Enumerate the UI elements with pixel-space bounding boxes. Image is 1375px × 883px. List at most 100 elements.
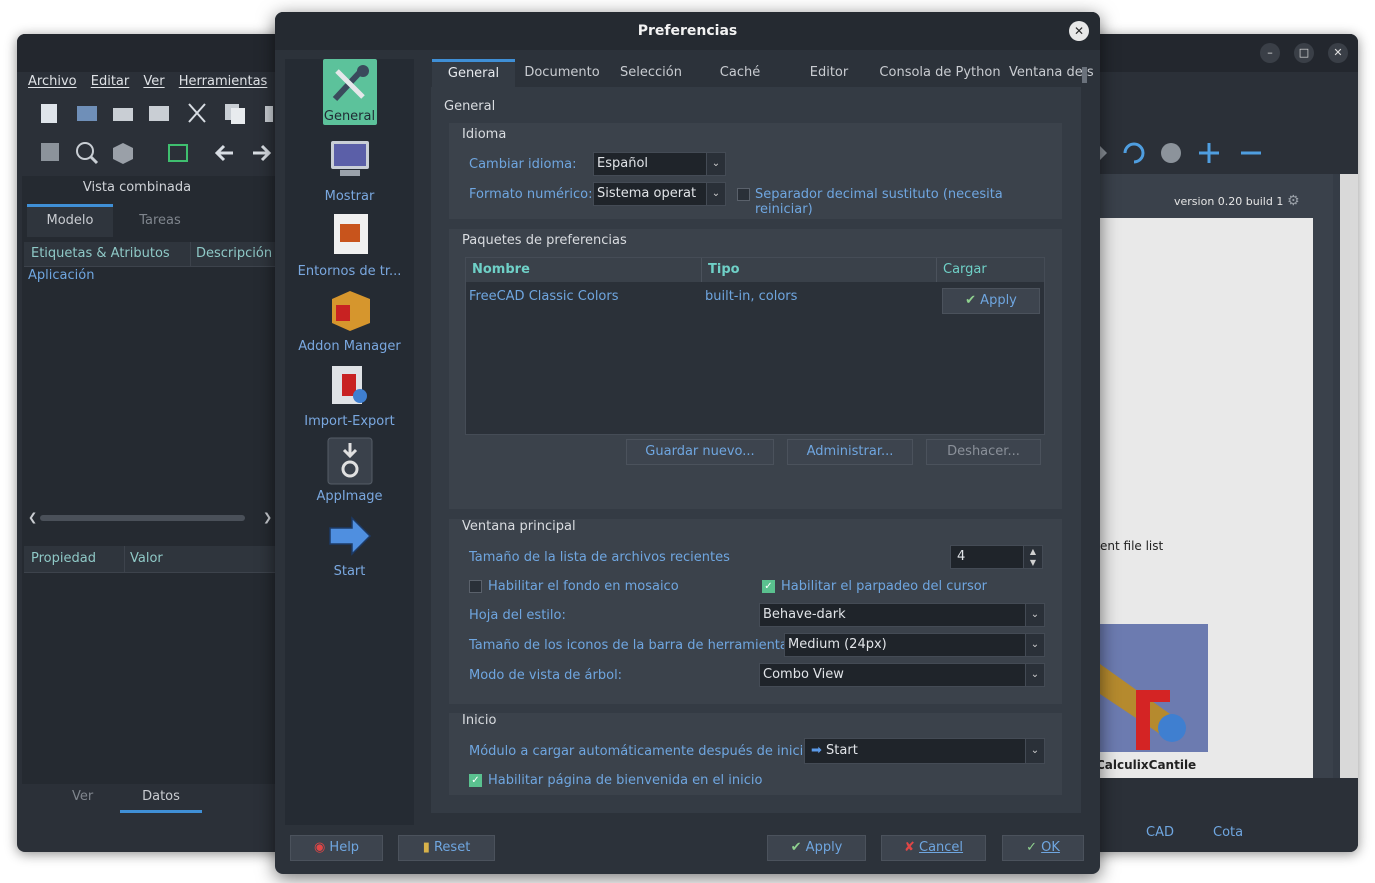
apply-label: Apply — [805, 840, 843, 855]
sidebar-item-import-export[interactable]: Import-Export — [285, 362, 414, 429]
prop-header-name[interactable]: Propiedad — [31, 551, 96, 566]
tree-header: Etiquetas & Atributos Descripción — [24, 242, 275, 267]
sidebar-item-appimage[interactable]: AppImage — [285, 437, 414, 504]
sidebar-label-start: Start — [333, 564, 366, 579]
minimize-icon[interactable]: – — [1260, 43, 1280, 63]
autoload-module-select[interactable]: ➡ Start ⌄ — [804, 738, 1045, 764]
tree-item-aplicacion[interactable]: Aplicación — [28, 268, 94, 283]
close-icon[interactable]: ✕ — [1069, 21, 1089, 41]
start-scrollbar[interactable] — [1340, 174, 1358, 778]
preferences-tabs: General Documento Selección Caché Editor… — [431, 59, 1094, 90]
sidebar-item-mostrar[interactable]: Mostrar — [285, 137, 414, 204]
pack-apply-button[interactable]: ✔ Apply — [942, 288, 1040, 314]
combo-view-title: Vista combinada — [82, 180, 192, 195]
ok-label: OK — [1041, 840, 1060, 855]
sidebar-item-general[interactable]: General — [285, 59, 414, 125]
help-button[interactable]: ◉ Help — [290, 835, 383, 861]
tab-datos[interactable]: Datos — [120, 786, 202, 813]
sidebar-label-addon-manager: Addon Manager — [298, 339, 401, 354]
paste-icon — [265, 106, 273, 122]
example-label[interactable]: CalculixCantile — [1096, 758, 1196, 772]
stylesheet-value: Behave-dark — [763, 607, 846, 622]
menu-ver[interactable]: Ver — [143, 74, 164, 89]
language-value: Español — [597, 156, 649, 171]
toolbar-icon-size-select[interactable]: Medium (24px) ⌄ — [784, 633, 1045, 657]
example-thumbnail[interactable] — [1100, 624, 1208, 752]
appimage-gear-icon — [324, 437, 376, 489]
tree-header-desc[interactable]: Descripción — [196, 246, 272, 261]
status-cad[interactable]: CAD — [1146, 825, 1174, 840]
draw-style-icon — [113, 143, 133, 164]
freecad-logo-icon — [1100, 664, 1186, 750]
ok-button[interactable]: ✓ OK — [1002, 835, 1084, 861]
tab-cache[interactable]: Caché — [696, 59, 784, 87]
chevron-down-icon: ⌄ — [1025, 604, 1044, 626]
tree-scrollbar[interactable] — [40, 515, 245, 521]
header-nombre[interactable]: Nombre — [472, 262, 530, 277]
save-icon — [113, 108, 133, 121]
cut-icon — [188, 103, 206, 123]
tab-python-console[interactable]: Consola de Python — [875, 59, 1005, 87]
mosaic-background-label: Habilitar el fondo en mosaico — [488, 579, 679, 594]
preferences-dialog: Preferencias ✕ General Mostrar Entornos … — [275, 12, 1100, 874]
version-label: version 0.20 build 1 — [1174, 195, 1284, 208]
new-file-icon — [41, 104, 57, 123]
sidebar-item-addon-manager[interactable]: Addon Manager — [285, 287, 414, 354]
tab-tareas[interactable]: Tareas — [117, 207, 203, 235]
group-inicio: Inicio Módulo a cargar automáticamente d… — [449, 713, 1062, 795]
sidebar-item-start[interactable]: Start — [285, 512, 414, 579]
save-new-button[interactable]: Guardar nuevo... — [626, 439, 774, 465]
tab-scroll-icon[interactable] — [1082, 67, 1087, 83]
tab-seleccion[interactable]: Selección — [607, 59, 695, 87]
gear-icon[interactable]: ⚙ — [1287, 193, 1300, 209]
reset-button[interactable]: ▮ Reset — [398, 835, 495, 861]
tab-editor[interactable]: Editor — [785, 59, 873, 87]
pack-type[interactable]: built-in, colors — [705, 289, 797, 304]
copy-icon-back — [231, 108, 245, 124]
tab-datos-label: Datos — [142, 789, 180, 804]
header-cargar[interactable]: Cargar — [943, 262, 987, 277]
menu-archivo[interactable]: Archivo — [28, 74, 77, 89]
language-select[interactable]: Español ⌄ — [593, 152, 726, 176]
tab-modelo[interactable]: Modelo — [27, 204, 113, 237]
pack-name[interactable]: FreeCAD Classic Colors — [469, 289, 619, 304]
tree-view-mode-select[interactable]: Combo View ⌄ — [759, 663, 1045, 687]
recent-files-spinbox[interactable]: 4 ▲ ▼ — [950, 545, 1043, 569]
toolbar-view — [27, 140, 287, 170]
toolbar-icon-size-label: Tamaño de los iconos de la barra de herr… — [469, 638, 800, 653]
tree-view-mode-value: Combo View — [763, 667, 844, 682]
cursor-blink-checkbox[interactable]: ✓ — [762, 580, 775, 593]
addon-box-icon — [324, 287, 376, 339]
tab-modelo-label: Modelo — [46, 213, 94, 228]
general-page: General Idioma Cambiar idioma: Español ⌄… — [431, 87, 1081, 813]
tree-header-labels[interactable]: Etiquetas & Atributos — [31, 246, 170, 261]
menu-herramientas[interactable]: Herramientas — [179, 74, 268, 89]
mosaic-background-checkbox[interactable] — [469, 580, 482, 593]
reset-label: Reset — [433, 840, 471, 855]
maximize-icon[interactable]: □ — [1294, 43, 1314, 63]
close-window-icon[interactable]: ✕ — [1328, 43, 1348, 63]
tab-ver[interactable]: Ver — [72, 789, 93, 804]
number-format-select[interactable]: Sistema operat ⌄ — [593, 182, 726, 206]
spin-arrows-icon[interactable]: ▲ ▼ — [1023, 546, 1042, 568]
paquetes-title: Paquetes de preferencias — [462, 233, 627, 248]
combo-view-panel: Vista combinada Modelo Tareas Etiquetas … — [22, 176, 275, 784]
decimal-separator-checkbox[interactable] — [737, 188, 750, 201]
cancel-button[interactable]: ✘ Cancel — [881, 835, 986, 861]
lifebuoy-icon: ◉ — [313, 840, 326, 855]
sidebar-item-workbenches[interactable]: Entornos de tr... — [285, 212, 414, 279]
toolbar-file — [27, 100, 277, 130]
group-ventana-principal: Ventana principal Tamaño de la lista de … — [449, 519, 1062, 704]
tab-general[interactable]: General — [432, 59, 515, 90]
welcome-page-checkbox[interactable]: ✓ — [469, 774, 482, 787]
undo-button[interactable]: Deshacer... — [926, 439, 1041, 465]
prop-header-value[interactable]: Valor — [130, 551, 163, 566]
tab-documento[interactable]: Documento — [517, 59, 607, 87]
page-title: General — [444, 99, 496, 114]
apply-button[interactable]: ✔ Apply — [767, 835, 866, 861]
status-cota[interactable]: Cota — [1213, 825, 1243, 840]
stylesheet-select[interactable]: Behave-dark ⌄ — [759, 603, 1045, 627]
manage-button[interactable]: Administrar... — [787, 439, 913, 465]
menu-editar[interactable]: Editar — [91, 74, 130, 89]
header-tipo[interactable]: Tipo — [708, 262, 740, 277]
